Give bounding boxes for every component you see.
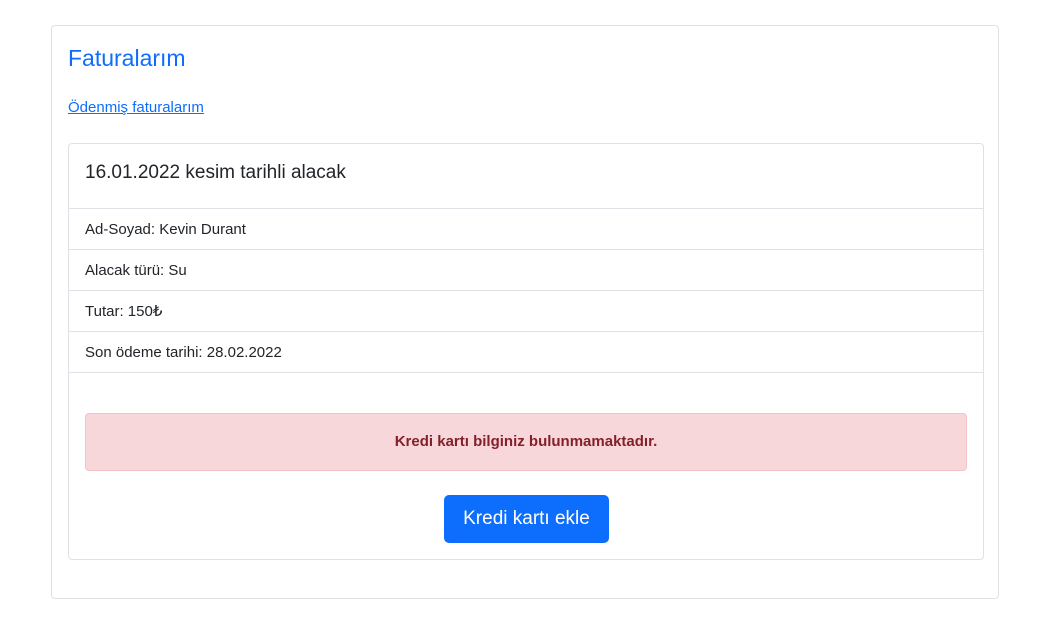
invoice-header: 16.01.2022 kesim tarihli alacak <box>69 144 983 209</box>
detail-label: Son ödeme tarihi: <box>85 344 203 361</box>
add-credit-card-button[interactable]: Kredi kartı ekle <box>444 495 609 543</box>
invoice-detail-list: Ad-Soyad: Kevin Durant Alacak türü: Su T… <box>69 209 983 373</box>
paid-invoices-link[interactable]: Ödenmiş faturalarım <box>68 98 204 118</box>
detail-item-name: Ad-Soyad: Kevin Durant <box>69 209 983 250</box>
page-title: Faturalarım <box>68 45 186 71</box>
detail-value: 150₺ <box>127 303 163 320</box>
detail-value: 28.02.2022 <box>206 344 282 361</box>
invoice-card: 16.01.2022 kesim tarihli alacak Ad-Soyad… <box>68 143 984 560</box>
detail-label: Ad-Soyad: <box>85 221 156 238</box>
detail-item-due-date: Son ödeme tarihi: 28.02.2022 <box>69 332 983 373</box>
detail-label: Alacak türü: <box>85 262 165 279</box>
detail-value: Kevin Durant <box>159 221 246 238</box>
detail-value: Su <box>168 262 187 279</box>
detail-item-amount: Tutar: 150₺ <box>69 291 983 332</box>
no-credit-card-alert: Kredi kartı bilginiz bulunmamaktadır. <box>85 413 967 471</box>
detail-label: Tutar: <box>85 303 124 320</box>
invoices-panel: Faturalarım Ödenmiş faturalarım 16.01.20… <box>51 25 999 599</box>
detail-item-type: Alacak türü: Su <box>69 250 983 291</box>
